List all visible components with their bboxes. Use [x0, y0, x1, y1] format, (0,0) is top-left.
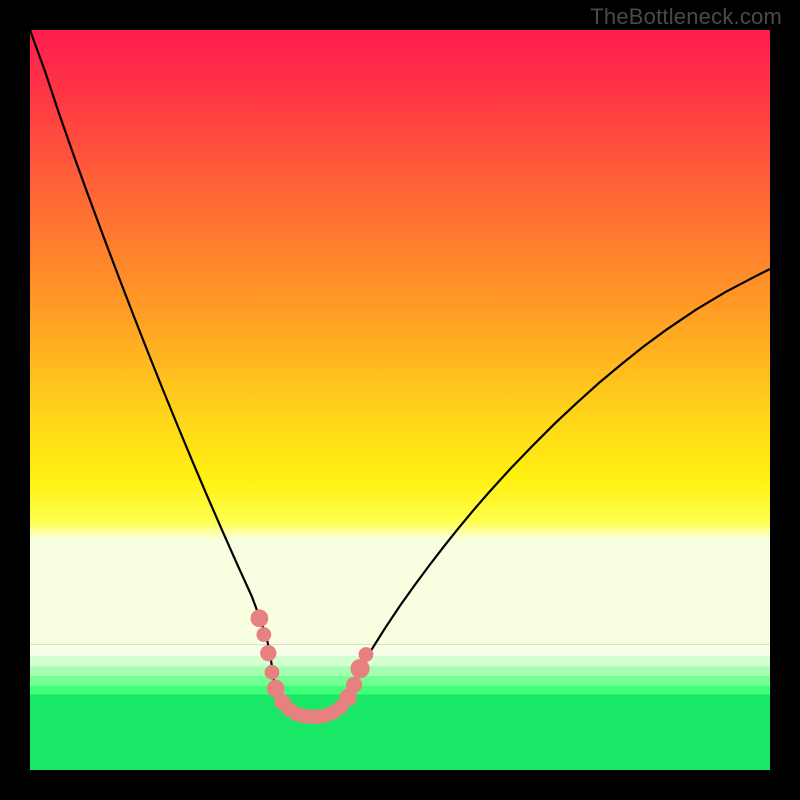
glow-bands: [30, 644, 770, 770]
curve-marker: [359, 647, 374, 662]
curve-marker: [346, 677, 362, 693]
chart-frame: TheBottleneck.com: [0, 0, 800, 800]
curve-marker: [265, 665, 280, 680]
plot-area: [30, 30, 770, 770]
curve-marker: [260, 645, 276, 661]
curve-marker: [256, 627, 271, 642]
watermark-label: TheBottleneck.com: [590, 4, 782, 30]
chart-svg: [30, 30, 770, 770]
curve-marker: [251, 609, 269, 627]
